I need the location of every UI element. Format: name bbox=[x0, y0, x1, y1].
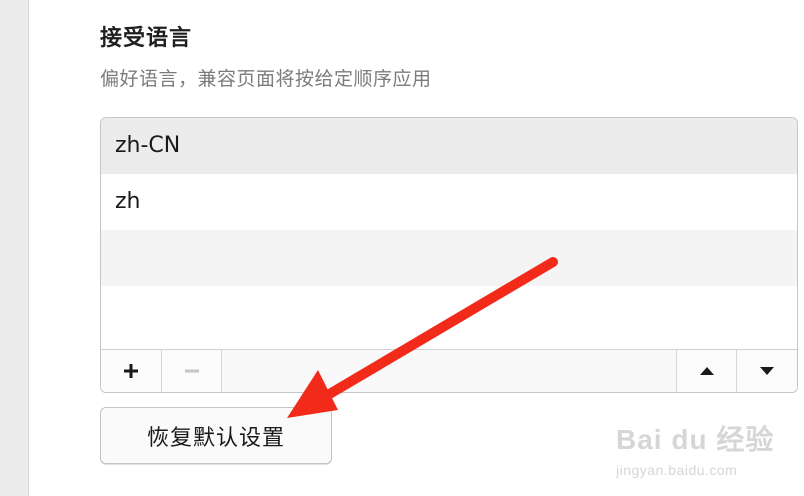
watermark-url: jingyan.baidu.com bbox=[616, 462, 738, 478]
watermark-brand: Bai du 经验 bbox=[616, 424, 775, 455]
baidu-jingyan-watermark: Bai du 经验 jingyan.baidu.com bbox=[616, 418, 774, 478]
